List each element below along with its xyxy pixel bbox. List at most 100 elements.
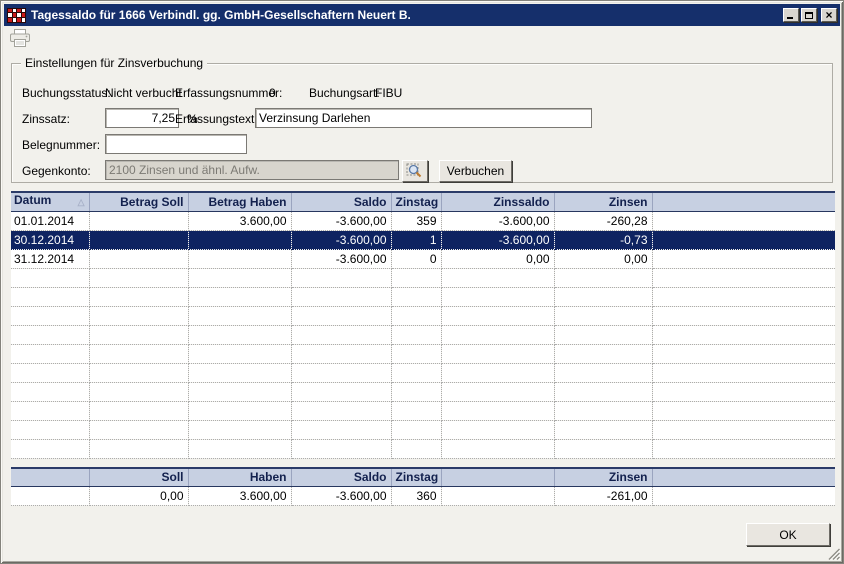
cell-filler: [652, 231, 835, 250]
title-bar: Tagessaldo für 1666 Verbindl. gg. GmbH-G…: [4, 4, 840, 26]
erfassungsnummer-label: Erfassungsnummer:: [175, 86, 282, 100]
gegenkonto-label: Gegenkonto:: [22, 164, 91, 178]
gegenkonto-input: [105, 160, 399, 180]
erfassungsnummer-value: 0: [269, 86, 276, 100]
col-header-zinsen[interactable]: Zinsen: [554, 192, 652, 212]
col-header-filler: [652, 192, 835, 212]
cell-zinstag: 359: [391, 212, 441, 231]
maximize-icon: [805, 12, 813, 19]
empty-row: [11, 402, 835, 421]
sum-blank: [11, 486, 89, 505]
cell-betrag-haben: 3.600,00: [188, 212, 291, 231]
belegnummer-label: Belegnummer:: [22, 138, 100, 152]
zinssatz-label: Zinssatz:: [22, 112, 70, 126]
erfassungstext-input[interactable]: [255, 108, 592, 128]
sum-header-zinsen: Zinsen: [554, 468, 652, 486]
summary-table: Soll Haben Saldo Zinstag Zinsen 0,00 3.6…: [11, 467, 835, 506]
belegnummer-input[interactable]: [105, 134, 247, 154]
empty-row: [11, 364, 835, 383]
sum-header-blank2: [441, 468, 554, 486]
cell-betrag-soll: [89, 250, 188, 269]
empty-row: [11, 269, 835, 288]
ok-button[interactable]: OK: [746, 523, 830, 546]
tagessaldo-table: Datum△ Betrag Soll Betrag Haben Saldo Zi…: [11, 191, 835, 459]
empty-row: [11, 421, 835, 440]
cell-betrag-haben: [188, 250, 291, 269]
erfassungstext-label: Erfassungstext:: [175, 112, 258, 126]
sort-asc-icon: △: [78, 193, 85, 211]
sum-header-blank: [11, 468, 89, 486]
maximize-button[interactable]: [801, 8, 817, 22]
table-row[interactable]: 01.01.2014 3.600,00 -3.600,00 359 -3.600…: [11, 212, 835, 231]
sum-filler: [652, 486, 835, 505]
cell-betrag-haben: [188, 231, 291, 250]
cell-zinssaldo: -3.600,00: [441, 212, 554, 231]
sum-blank2: [441, 486, 554, 505]
resize-grip-icon[interactable]: [827, 547, 840, 560]
empty-row: [11, 307, 835, 326]
col-header-datum[interactable]: Datum△: [11, 192, 89, 212]
settings-groupbox: Einstellungen für Zinsverbuchung Buchung…: [11, 63, 833, 183]
sum-header-filler: [652, 468, 835, 486]
cell-zinstag: 0: [391, 250, 441, 269]
toolbar: [4, 26, 840, 50]
sum-soll: 0,00: [89, 486, 188, 505]
sum-header-saldo: Saldo: [291, 468, 391, 486]
dialog-window: Tagessaldo für 1666 Verbindl. gg. GmbH-G…: [0, 0, 844, 564]
cell-datum: 30.12.2014: [11, 231, 89, 250]
close-icon: ×: [825, 10, 832, 20]
col-header-zinstag[interactable]: Zinstag: [391, 192, 441, 212]
summary-header-row: Soll Haben Saldo Zinstag Zinsen: [11, 468, 835, 486]
buchungsstatus-value: Nicht verbucht: [105, 86, 182, 100]
empty-row: [11, 440, 835, 459]
gegenkonto-lookup-button[interactable]: [402, 160, 428, 182]
empty-grid-rows: [11, 269, 835, 459]
sum-header-zinstag: Zinstag: [391, 468, 441, 486]
col-header-betrag-soll[interactable]: Betrag Soll: [89, 192, 188, 212]
cell-zinssaldo: 0,00: [441, 250, 554, 269]
col-header-saldo[interactable]: Saldo: [291, 192, 391, 212]
sum-header-haben: Haben: [188, 468, 291, 486]
minimize-icon: [787, 17, 793, 19]
cell-zinsen: -0,73: [554, 231, 652, 250]
cell-betrag-soll: [89, 231, 188, 250]
magnifier-icon: [406, 163, 424, 179]
minimize-button[interactable]: [783, 8, 799, 22]
sum-zinstag: 360: [391, 486, 441, 505]
sum-zinsen: -261,00: [554, 486, 652, 505]
window-title: Tagessaldo für 1666 Verbindl. gg. GmbH-G…: [31, 8, 411, 22]
app-logo-icon: [7, 8, 26, 23]
table-row[interactable]: 30.12.2014 -3.600,00 1 -3.600,00 -0,73: [11, 231, 835, 250]
buchungsstatus-label: Buchungsstatus:: [22, 86, 111, 100]
cell-filler: [652, 250, 835, 269]
groupbox-title: Einstellungen für Zinsverbuchung: [21, 56, 207, 70]
print-button[interactable]: [7, 27, 33, 49]
col-header-zinssaldo[interactable]: Zinssaldo: [441, 192, 554, 212]
table-header-row: Datum△ Betrag Soll Betrag Haben Saldo Zi…: [11, 192, 835, 212]
cell-zinstag: 1: [391, 231, 441, 250]
cell-saldo: -3.600,00: [291, 231, 391, 250]
col-header-betrag-haben[interactable]: Betrag Haben: [188, 192, 291, 212]
sum-haben: 3.600,00: [188, 486, 291, 505]
verbuchen-button[interactable]: Verbuchen: [439, 160, 512, 182]
sum-header-soll: Soll: [89, 468, 188, 486]
empty-row: [11, 326, 835, 345]
cell-zinssaldo: -3.600,00: [441, 231, 554, 250]
empty-row: [11, 288, 835, 307]
cell-betrag-soll: [89, 212, 188, 231]
sum-saldo: -3.600,00: [291, 486, 391, 505]
cell-zinsen: 0,00: [554, 250, 652, 269]
zinssatz-input[interactable]: [105, 108, 179, 128]
table-row[interactable]: 31.12.2014 -3.600,00 0 0,00 0,00: [11, 250, 835, 269]
cell-zinsen: -260,28: [554, 212, 652, 231]
cell-filler: [652, 212, 835, 231]
buchungsart-label: Buchungsart:: [309, 86, 380, 100]
summary-row: 0,00 3.600,00 -3.600,00 360 -261,00: [11, 486, 835, 505]
cell-datum: 31.12.2014: [11, 250, 89, 269]
empty-row: [11, 383, 835, 402]
cell-saldo: -3.600,00: [291, 212, 391, 231]
close-button[interactable]: ×: [821, 8, 837, 22]
buchungsart-value: FIBU: [375, 86, 402, 100]
table-body: 01.01.2014 3.600,00 -3.600,00 359 -3.600…: [11, 212, 835, 269]
printer-icon: [9, 29, 31, 48]
